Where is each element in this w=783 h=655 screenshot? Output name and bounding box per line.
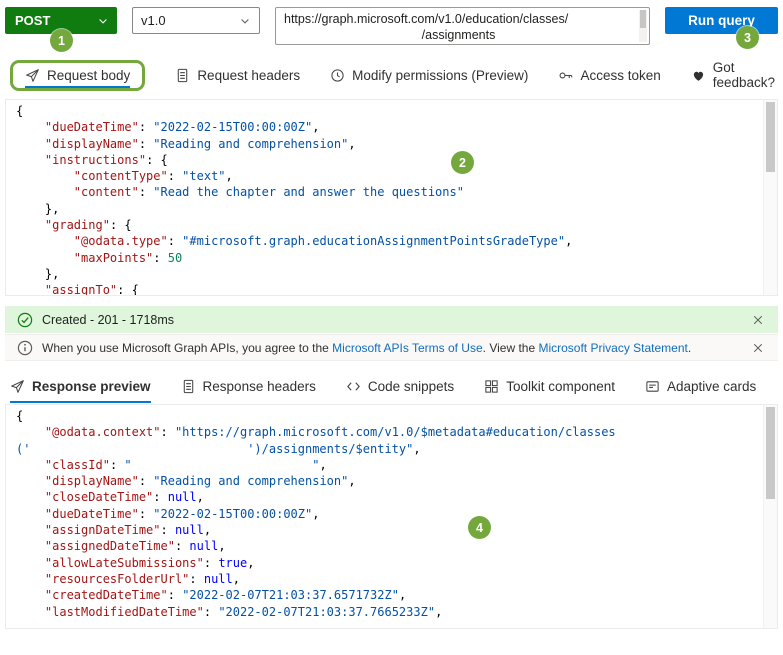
tab-access-token[interactable]: Access token: [558, 67, 661, 83]
code-line: "@odata.type": "#microsoft.graph.educati…: [73, 234, 573, 249]
annotation-box-request-body: Request body: [10, 59, 146, 91]
chevron-down-icon: [239, 15, 251, 27]
code-line: "dueDateTime": "2022-02-15T00:00:00Z",: [44, 506, 320, 521]
chevron-down-icon: [97, 15, 109, 27]
heart-icon: [691, 68, 706, 83]
code-line: "allowLateSubmissions": true,: [44, 555, 255, 570]
response-status-bar: Created - 201 - 1718ms: [5, 306, 778, 333]
request-tabs: Request body Request headers Modify perm…: [0, 45, 783, 99]
code-line: },: [16, 201, 60, 216]
code-line: "contentType": "text",: [73, 169, 233, 184]
api-version-label: v1.0: [141, 13, 166, 28]
send-icon: [10, 379, 25, 394]
send-icon: [25, 68, 40, 83]
tab-label: Access token: [580, 67, 661, 83]
close-icon[interactable]: [750, 312, 766, 328]
code-line: "instructions": {: [44, 152, 168, 167]
tab-label: Request headers: [197, 67, 301, 83]
run-query-button[interactable]: Run query: [665, 7, 778, 34]
code-line: "lastModifiedDateTime": "2022-02-07T21:0…: [44, 604, 443, 619]
request-body-editor[interactable]: { "dueDateTime": "2022-02-15T00:00:00Z",…: [5, 99, 778, 296]
tab-response-preview[interactable]: Response preview: [10, 379, 151, 403]
response-preview-editor[interactable]: { "@odata.context": "https://graph.micro…: [5, 404, 778, 629]
tab-request-headers[interactable]: Request headers: [175, 68, 300, 83]
code-line: "content": "Read the chapter and answer …: [73, 185, 464, 200]
terms-of-use-link[interactable]: Microsoft APIs Terms of Use: [332, 341, 483, 355]
code-line: "@odata.context": "https://graph.microso…: [44, 425, 616, 440]
feedback-label: Got feedback?: [712, 60, 776, 90]
tab-label: Request body: [47, 67, 131, 83]
code-line: "resourcesFolderUrl": null,: [44, 571, 240, 586]
code-icon: [346, 379, 361, 394]
info-icon: [17, 340, 33, 356]
code-line: {: [16, 104, 24, 118]
graph-explorer-page: POST v1.0 https://graph.microsoft.com/v1…: [0, 0, 783, 629]
code-line: (' ')/assignments/$entity",: [16, 441, 421, 456]
code-line: {: [16, 409, 24, 423]
request-body-code: { "dueDateTime": "2022-02-15T00:00:00Z",…: [16, 103, 757, 296]
info-text: .: [687, 340, 692, 355]
editor-scrollbar-thumb[interactable]: [766, 407, 775, 499]
feedback-button[interactable]: Got feedback?: [691, 60, 775, 90]
response-code: { "@odata.context": "https://graph.micro…: [16, 408, 757, 620]
http-method-label: POST: [15, 13, 51, 28]
tab-label: Toolkit component: [506, 379, 615, 394]
code-line: "maxPoints": 50: [73, 250, 183, 265]
annotation-badge-2: 2: [451, 151, 474, 174]
code-line: "createdDateTime": "2022-02-07T21:03:37.…: [44, 588, 407, 603]
close-icon[interactable]: [750, 340, 766, 356]
success-check-icon: [17, 312, 33, 328]
key-icon: [558, 68, 573, 83]
url-scrollbar-thumb[interactable]: [640, 10, 646, 28]
code-line: },: [16, 266, 60, 281]
code-line: "assignDateTime": null,: [44, 523, 212, 538]
api-version-dropdown[interactable]: v1.0: [132, 7, 260, 34]
tab-label: Modify permissions (Preview): [352, 67, 529, 83]
code-line: "assignTo": {: [44, 283, 139, 296]
terms-info-bar: When you use Microsoft Graph APIs, you a…: [5, 334, 778, 361]
code-line: "displayName": "Reading and comprehensio…: [44, 136, 356, 151]
code-line: "classId": " ",: [44, 457, 327, 472]
request-url-line2: /assignments: [421, 28, 496, 42]
adaptive-cards-icon: [645, 379, 660, 394]
code-line: "grading": {: [44, 218, 132, 233]
request-url-line1: https://graph.microsoft.com/v1.0/educati…: [284, 12, 569, 26]
tab-code-snippets[interactable]: Code snippets: [346, 379, 454, 394]
tab-label: Response preview: [32, 379, 151, 394]
info-text: . View the: [482, 340, 539, 355]
status-message: Created - 201 - 1718ms: [42, 312, 175, 327]
editor-scrollbar-thumb[interactable]: [766, 102, 775, 172]
code-line: "dueDateTime": "2022-02-15T00:00:00Z",: [44, 120, 320, 135]
request-url-input[interactable]: https://graph.microsoft.com/v1.0/educati…: [275, 7, 650, 45]
tab-toolkit-component[interactable]: Toolkit component: [484, 379, 615, 394]
response-tabs: Response preview Response headers Code s…: [0, 361, 783, 404]
privacy-statement-link[interactable]: Microsoft Privacy Statement: [538, 341, 687, 355]
tab-response-headers[interactable]: Response headers: [181, 379, 316, 394]
info-text: When you use Microsoft Graph APIs, you a…: [42, 340, 333, 355]
info-message: When you use Microsoft Graph APIs, you a…: [42, 341, 691, 355]
permissions-icon: [330, 68, 345, 83]
tab-label: Code snippets: [367, 379, 455, 394]
document-icon: [175, 68, 190, 83]
url-scrollbar[interactable]: [639, 10, 647, 42]
code-line: "assignedDateTime": null,: [44, 539, 226, 554]
tab-request-body[interactable]: Request body: [25, 67, 131, 88]
editor-scrollbar[interactable]: [763, 100, 777, 295]
request-bar: POST v1.0 https://graph.microsoft.com/v1…: [0, 0, 783, 45]
annotation-badge-1: 1: [50, 29, 73, 52]
editor-scrollbar[interactable]: [763, 405, 777, 628]
document-icon: [181, 379, 196, 394]
annotation-badge-4: 4: [468, 516, 491, 539]
toolkit-icon: [484, 379, 499, 394]
tab-label: Adaptive cards: [667, 379, 757, 394]
tab-label: Response headers: [202, 379, 316, 394]
tab-modify-permissions[interactable]: Modify permissions (Preview): [330, 68, 528, 83]
tab-adaptive-cards[interactable]: Adaptive cards: [645, 379, 756, 394]
code-line: "displayName": "Reading and comprehensio…: [44, 474, 356, 489]
code-line: "closeDateTime": null,: [44, 490, 204, 505]
annotation-badge-3: 3: [736, 26, 759, 49]
